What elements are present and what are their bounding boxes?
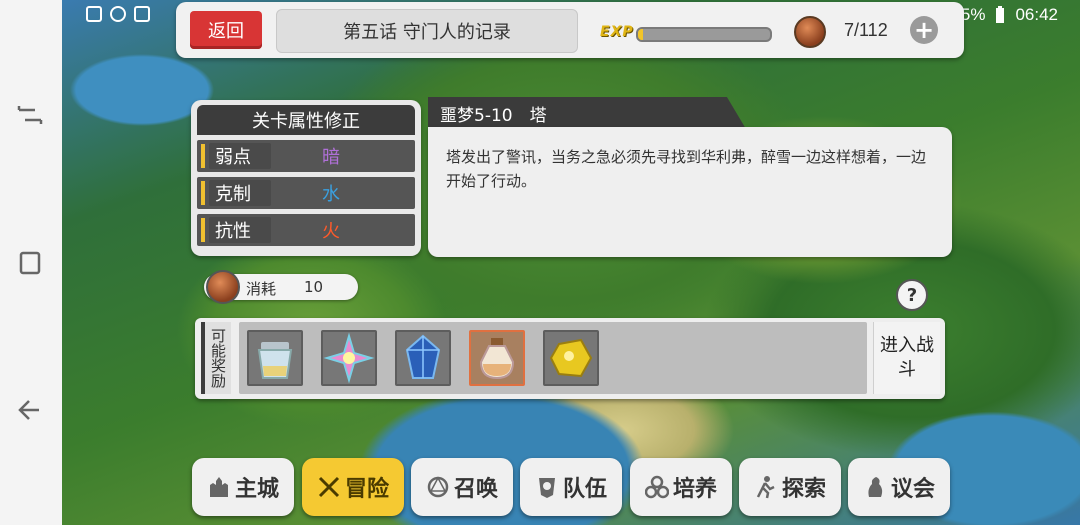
council-icon	[868, 477, 883, 497]
menu-main-city[interactable]: 主城	[192, 458, 294, 516]
enter-battle-button[interactable]: 进入战斗	[873, 322, 940, 394]
sand-bottle-icon[interactable]	[469, 330, 525, 386]
attribute-value: 水	[322, 184, 340, 205]
clock: 06:42	[1015, 5, 1058, 24]
help-button[interactable]: ?	[896, 279, 928, 311]
stamina-bread-icon	[206, 270, 240, 304]
menu-team[interactable]: 队伍	[520, 458, 622, 516]
back-button[interactable]: 返回	[190, 11, 262, 49]
menu-label: 冒险	[344, 477, 389, 502]
rewards-label: 可能奖励	[201, 322, 231, 394]
train-icon	[644, 475, 669, 499]
attribute-value: 暗	[322, 147, 340, 168]
team-icon	[538, 478, 555, 498]
menu-label: 议会	[890, 477, 935, 502]
stamina-cost: 消耗 10	[204, 270, 358, 304]
castle-icon	[209, 477, 228, 497]
add-stamina-button[interactable]: +	[910, 16, 938, 44]
stamina-count: 7/112	[844, 20, 888, 40]
attribute-row-counter: 克制 水	[197, 177, 415, 209]
gold-ore-icon[interactable]	[543, 330, 599, 386]
row-accent-bar	[201, 144, 205, 168]
row-accent-bar	[201, 218, 205, 242]
gallery-icon	[86, 6, 102, 22]
menu-label: 召唤	[453, 477, 498, 502]
exp-progress-bar	[636, 27, 772, 42]
menu-explore[interactable]: 探索	[739, 458, 841, 516]
screenshot-icon	[134, 6, 150, 22]
rewards-list	[239, 322, 867, 394]
menu-label: 探索	[781, 477, 826, 502]
explore-icon	[756, 476, 775, 499]
crystal-jar-icon[interactable]	[247, 330, 303, 386]
attribute-row-weakness: 弱点 暗	[197, 140, 415, 172]
chapter-title: 第五话 守门人的记录	[276, 9, 578, 53]
attribute-value: 火	[322, 221, 340, 242]
android-nav-bar	[0, 0, 63, 525]
exp-progress-fill	[638, 29, 644, 40]
stamina-bread-icon	[794, 16, 826, 48]
menu-label: 主城	[234, 477, 279, 502]
menu-adventure[interactable]: 冒险	[302, 458, 404, 516]
stage-attribute-panel: 关卡属性修正 弱点 暗 克制 水 抗性 火	[191, 100, 421, 256]
rainbow-star-icon[interactable]	[321, 330, 377, 386]
recent-apps-icon[interactable]	[15, 100, 45, 130]
consume-label: 消耗	[246, 280, 277, 298]
menu-council[interactable]: 议会	[848, 458, 950, 516]
back-arrow-icon[interactable]	[15, 395, 45, 425]
weather-icon	[110, 6, 126, 22]
menu-label: 队伍	[562, 477, 607, 502]
world-map-background	[62, 0, 1080, 525]
menu-train[interactable]: 培养	[630, 458, 732, 516]
top-bar: 返回 第五话 守门人的记录 EXP 7/112 +	[176, 2, 964, 58]
blue-crystal-icon[interactable]	[395, 330, 451, 386]
exp-label: EXP	[600, 24, 634, 40]
summon-circle-icon	[427, 476, 449, 498]
attribute-key: 弱点	[209, 143, 271, 169]
row-accent-bar	[201, 181, 205, 205]
consume-value: 10	[304, 278, 324, 296]
attribute-key: 抗性	[209, 217, 271, 243]
battery-icon	[996, 6, 1005, 23]
home-icon[interactable]	[15, 248, 45, 278]
stage-description: 塔发出了警讯，当务之急必须先寻找到华利弗，醉雪一边这样想着，一边开始了行动。	[428, 127, 952, 257]
menu-summon[interactable]: 召唤	[411, 458, 513, 516]
menu-label: 培养	[672, 477, 717, 502]
rewards-panel: 可能奖励 进入战斗	[195, 318, 945, 399]
attribute-key: 克制	[209, 180, 271, 206]
attribute-panel-title: 关卡属性修正	[197, 105, 415, 135]
crossed-swords-icon	[318, 476, 340, 498]
stage-title: 噩梦5-10 塔	[428, 97, 746, 129]
attribute-row-resist: 抗性 火	[197, 214, 415, 246]
